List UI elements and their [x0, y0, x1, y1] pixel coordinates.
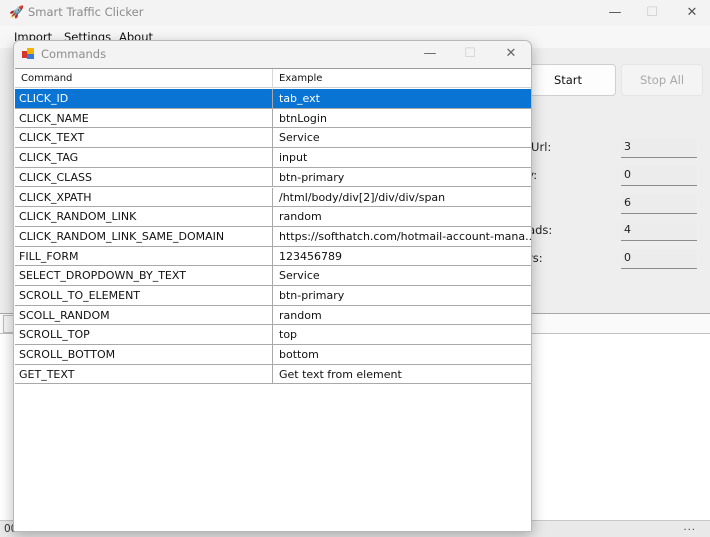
cell-example[interactable]: tab_ext: [273, 89, 531, 108]
table-row[interactable]: CLICK_TAG input: [15, 148, 531, 168]
cell-example[interactable]: Get text from element: [273, 365, 531, 384]
column-header-example[interactable]: Example: [273, 69, 531, 88]
table-row[interactable]: GET_TEXT Get text from element: [15, 364, 531, 385]
rocket-icon: 🚀: [9, 5, 24, 19]
dialog-titlebar[interactable]: Commands — ☐ ✕: [14, 41, 531, 68]
cell-command[interactable]: CLICK_RANDOM_LINK_SAME_DOMAIN: [15, 226, 273, 246]
cell-command[interactable]: CLICK_XPATH: [15, 187, 273, 207]
cell-command[interactable]: CLICK_NAME: [15, 108, 273, 128]
table-row[interactable]: CLICK_CLASS btn-primary: [15, 167, 531, 188]
cell-command[interactable]: SELECT_DROPDOWN_BY_TEXT: [15, 266, 273, 286]
cell-command[interactable]: SCROLL_TO_ELEMENT: [15, 286, 273, 305]
cell-command[interactable]: CLICK_ID: [15, 89, 273, 108]
table-row[interactable]: SCROLL_TOP top: [15, 325, 531, 346]
cell-example[interactable]: bottom: [273, 345, 531, 364]
cell-example[interactable]: btn-primary: [273, 286, 531, 305]
table-row[interactable]: CLICK_NAME btnLogin: [15, 108, 531, 129]
main-titlebar: 🚀 Smart Traffic Clicker — ☐ ✕: [0, 0, 710, 26]
table-row[interactable]: CLICK_RANDOM_LINK_SAME_DOMAIN https://sof…: [15, 226, 531, 247]
dialog-minimize-button[interactable]: —: [415, 44, 445, 64]
dialog-maximize-button[interactable]: ☐: [455, 44, 485, 64]
form-icon: [22, 48, 35, 60]
commands-dialog: Commands — ☐ ✕ Command Example CLICK_ID t…: [13, 40, 532, 532]
table-row[interactable]: SCOLL_RANDOM random: [15, 305, 531, 326]
cell-example[interactable]: random: [273, 306, 531, 325]
table-row[interactable]: SCROLL_BOTTOM bottom: [15, 345, 531, 365]
table-row[interactable]: SELECT_DROPDOWN_BY_TEXT Service: [15, 266, 531, 286]
table-row[interactable]: CLICK_TEXT Service: [15, 128, 531, 149]
cell-command[interactable]: GET_TEXT: [15, 364, 273, 384]
cell-command[interactable]: CLICK_CLASS: [15, 167, 273, 187]
dialog-close-button[interactable]: ✕: [496, 44, 526, 64]
grid-header: Command Example: [15, 69, 531, 88]
dialog-title: Commands: [41, 47, 107, 61]
cell-command[interactable]: CLICK_TAG: [15, 148, 273, 168]
cell-example[interactable]: input: [273, 148, 531, 167]
cell-example[interactable]: btn-primary: [273, 168, 531, 187]
maximize-button[interactable]: ☐: [637, 3, 667, 23]
table-row[interactable]: CLICK_ID tab_ext: [15, 89, 531, 109]
cell-example[interactable]: top: [273, 325, 531, 344]
cell-command[interactable]: SCROLL_TOP: [15, 325, 273, 345]
cell-example[interactable]: /html/body/div[2]/div/div/span: [273, 188, 531, 207]
cell-command[interactable]: SCROLL_BOTTOM: [15, 345, 273, 365]
main-window-title: Smart Traffic Clicker: [28, 5, 144, 19]
stat-value-url: 3: [621, 138, 697, 158]
cell-command[interactable]: CLICK_TEXT: [15, 128, 273, 148]
table-row[interactable]: FILL_FORM 123456789: [15, 246, 531, 267]
cell-command[interactable]: SCOLL_RANDOM: [15, 305, 273, 325]
cell-example[interactable]: 123456789: [273, 247, 531, 266]
column-header-command[interactable]: Command: [15, 69, 273, 88]
cell-example[interactable]: random: [273, 207, 531, 226]
table-row[interactable]: CLICK_RANDOM_LINK random: [15, 207, 531, 227]
stat-value-errors: 0: [621, 249, 697, 269]
stop-all-button[interactable]: Stop All: [621, 64, 703, 96]
stat-value-threads: 4: [621, 221, 697, 241]
status-overflow: ...: [683, 522, 696, 533]
start-button[interactable]: Start: [520, 64, 616, 96]
stat-value-proxy: 0: [621, 166, 697, 186]
commands-grid[interactable]: Command Example CLICK_ID tab_ext CLICK_NAM…: [15, 68, 531, 531]
cell-example[interactable]: btnLogin: [273, 109, 531, 128]
cell-example[interactable]: Service: [273, 128, 531, 147]
cell-example[interactable]: https://softhatch.com/hotmail-account-ma…: [273, 227, 531, 246]
stat-value-3: 6: [621, 194, 697, 214]
table-row[interactable]: CLICK_XPATH/html/body/div[2]/div/div/spa…: [15, 187, 531, 208]
cell-example[interactable]: Service: [273, 266, 531, 285]
table-row[interactable]: SCROLL_TO_ELEMENT btn-primary: [15, 286, 531, 306]
minimize-button[interactable]: —: [600, 3, 630, 23]
cell-command[interactable]: CLICK_RANDOM_LINK: [15, 207, 273, 227]
close-button[interactable]: ✕: [677, 3, 707, 23]
cell-command[interactable]: FILL_FORM: [15, 246, 273, 266]
